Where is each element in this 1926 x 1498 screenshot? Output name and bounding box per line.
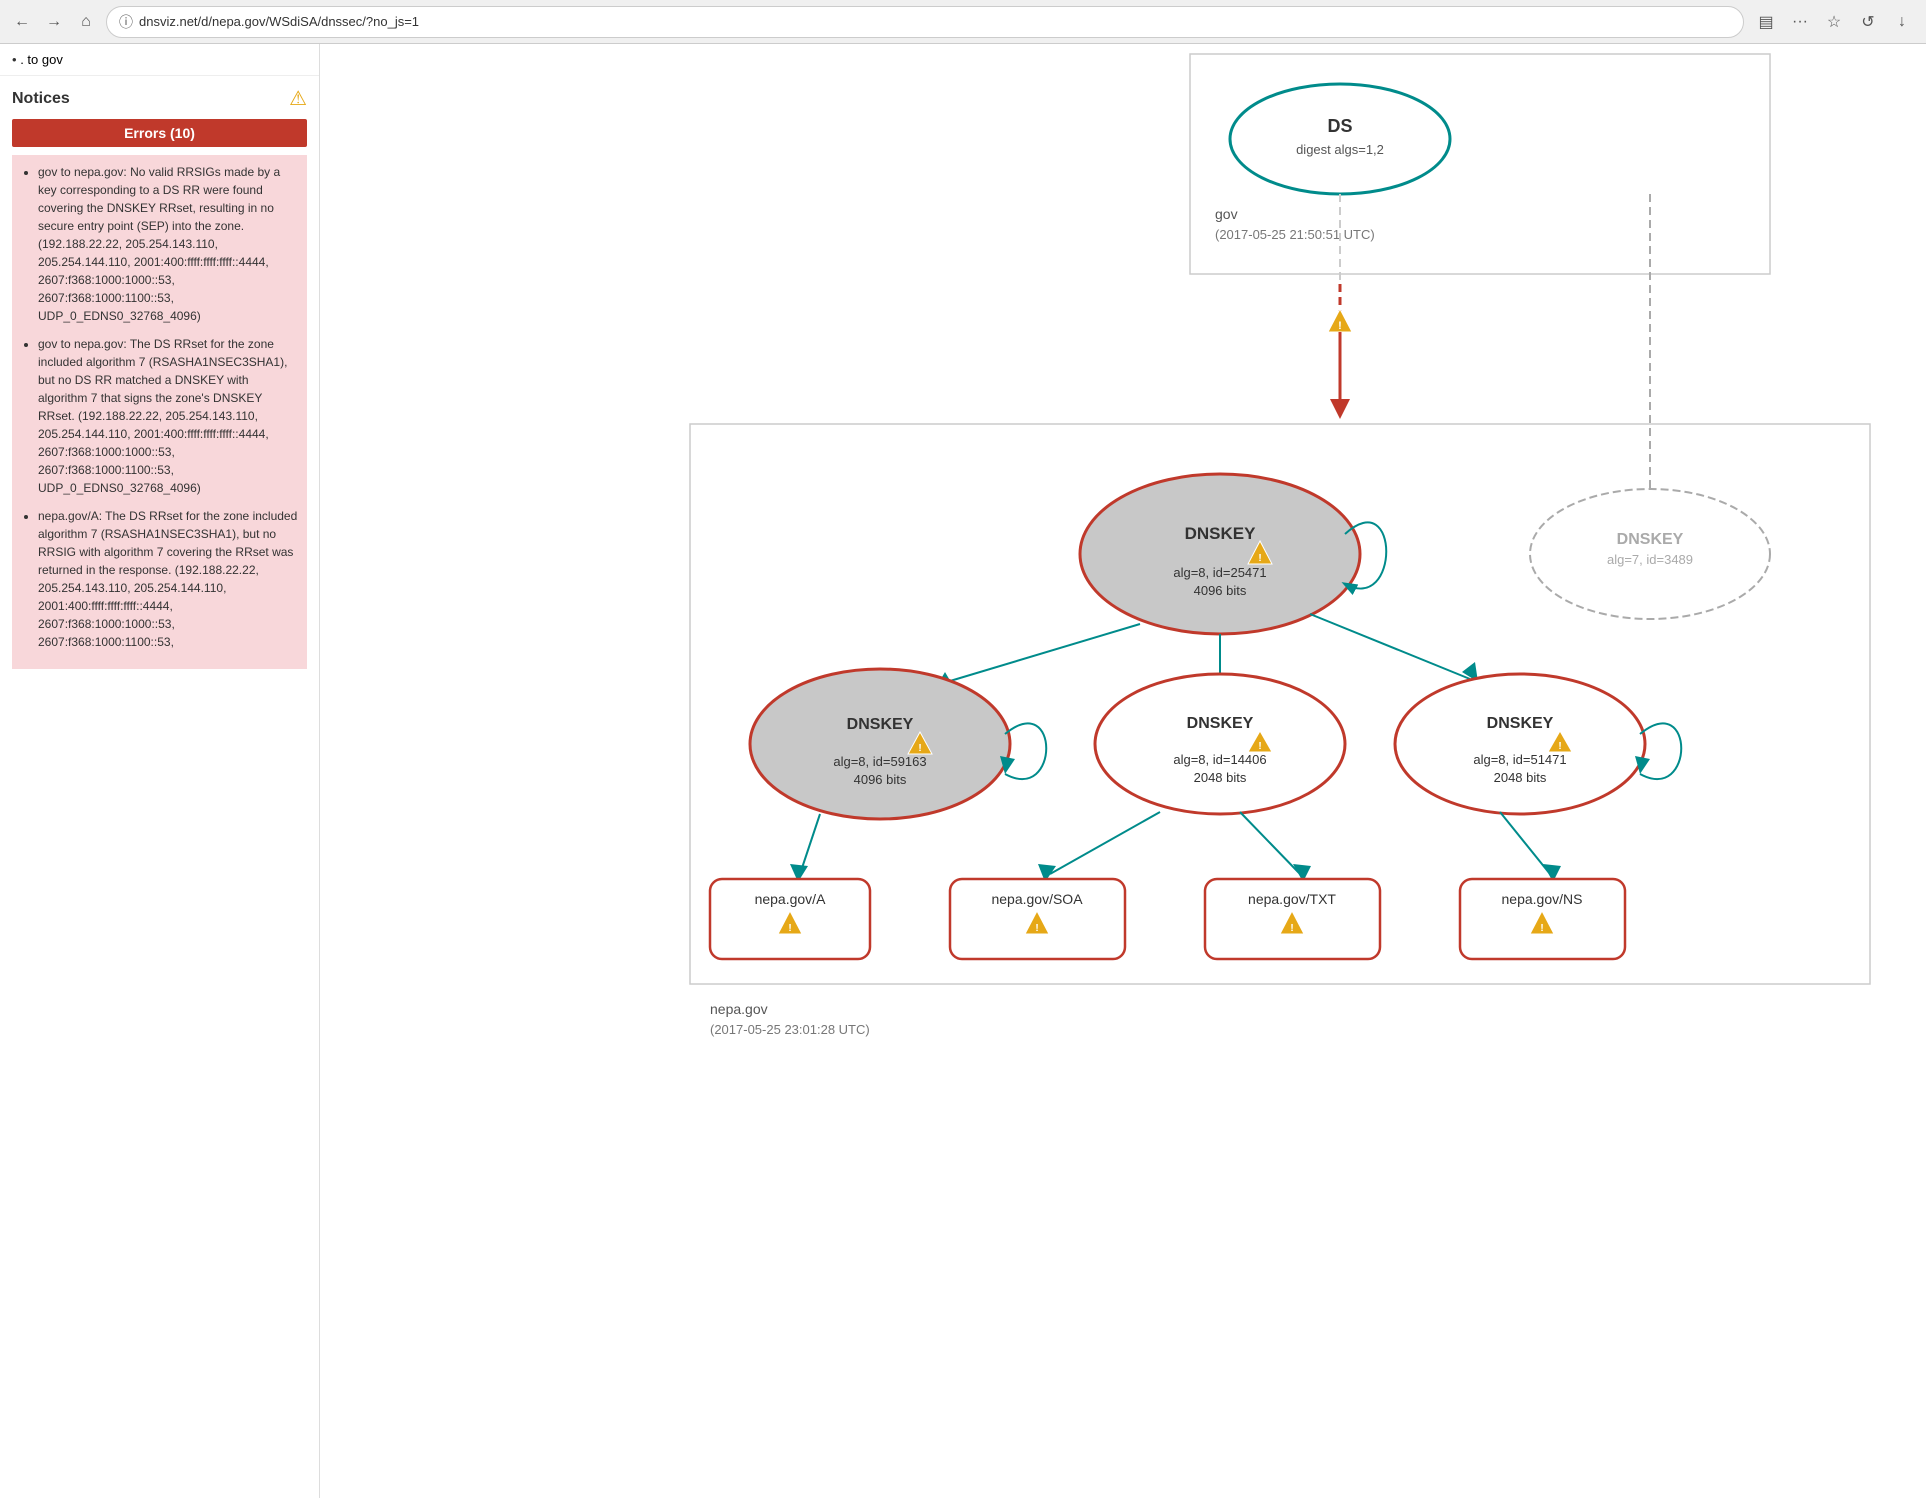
content-wrapper: • . to gov Notices ⚠ Errors (10) gov to … xyxy=(0,44,1926,1498)
browser-toolbar: ← → ⌂ ⓘ dnsviz.net/d/nepa.gov/WSdiSA/dns… xyxy=(0,0,1926,44)
dnskey-25471-node xyxy=(1080,474,1360,634)
rrset-A-label: nepa.gov/A xyxy=(755,891,826,907)
dnskey-25471-bits: 4096 bits xyxy=(1194,583,1247,598)
errors-bar: Errors (10) xyxy=(12,119,307,147)
top-link-text: . to gov xyxy=(20,52,63,67)
forward-button[interactable]: → xyxy=(42,10,66,34)
reader-button[interactable]: ▤ xyxy=(1752,8,1780,36)
dnskey-59163-detail: alg=8, id=59163 xyxy=(833,754,926,769)
rrset-TXT-excl: ! xyxy=(1290,923,1293,934)
sidebar: • . to gov Notices ⚠ Errors (10) gov to … xyxy=(0,44,320,1498)
refresh-button[interactable]: ↺ xyxy=(1854,8,1882,36)
dnskey-14406-label: DNSKEY xyxy=(1187,715,1254,732)
dnskey-59163-excl: ! xyxy=(918,743,921,754)
error-text-1: gov to nepa.gov: No valid RRSIGs made by… xyxy=(38,165,280,323)
gov-zone-timestamp: (2017-05-25 21:50:51 UTC) xyxy=(1215,227,1375,242)
error-item-1: gov to nepa.gov: No valid RRSIGs made by… xyxy=(38,163,299,325)
warning-excl-line: ! xyxy=(1338,320,1342,332)
dnskey-51471-excl: ! xyxy=(1558,741,1561,752)
ds-node xyxy=(1230,84,1450,194)
red-arrow-head xyxy=(1330,399,1350,419)
error-item-2: gov to nepa.gov: The DS RRset for the zo… xyxy=(38,335,299,497)
dnskey-25471-excl: ! xyxy=(1258,553,1261,564)
bookmark-button[interactable]: ☆ xyxy=(1820,8,1848,36)
rrset-NS-excl: ! xyxy=(1540,923,1543,934)
dnskey-51471-bits: 2048 bits xyxy=(1494,770,1547,785)
notices-header: Notices ⚠ xyxy=(12,86,307,111)
dnskey-25471-detail: alg=8, id=25471 xyxy=(1173,565,1266,580)
menu-button[interactable]: ··· xyxy=(1786,8,1814,36)
nepagov-zone-timestamp: (2017-05-25 23:01:28 UTC) xyxy=(710,1022,870,1037)
nepagov-zone-label: nepa.gov xyxy=(710,1001,768,1017)
url-text: dnsviz.net/d/nepa.gov/WSdiSA/dnssec/?no_… xyxy=(139,14,1731,29)
dnskey-3489-label: DNSKEY xyxy=(1617,531,1684,548)
sidebar-top-link[interactable]: • . to gov xyxy=(0,44,319,76)
back-button[interactable]: ← xyxy=(10,10,34,34)
diagram-svg: DS digest algs=1,2 gov (2017-05-25 21:50… xyxy=(320,44,1900,1494)
dnskey-14406-detail: alg=8, id=14406 xyxy=(1173,752,1266,767)
rrset-SOA-excl: ! xyxy=(1035,923,1038,934)
ds-digest: digest algs=1,2 xyxy=(1296,142,1384,157)
dnskey-14406-excl: ! xyxy=(1258,741,1261,752)
error-text-2: gov to nepa.gov: The DS RRset for the zo… xyxy=(38,337,287,495)
browser-actions: ▤ ··· ☆ ↺ ↓ xyxy=(1752,8,1916,36)
diagram-area: DS digest algs=1,2 gov (2017-05-25 21:50… xyxy=(320,44,1926,1498)
dnskey-3489-detail: alg=7, id=3489 xyxy=(1607,552,1693,567)
error-text-3: nepa.gov/A: The DS RRset for the zone in… xyxy=(38,509,297,649)
dnskey-51471-label: DNSKEY xyxy=(1487,715,1554,732)
rrset-SOA-label: nepa.gov/SOA xyxy=(991,891,1083,907)
error-item-3: nepa.gov/A: The DS RRset for the zone in… xyxy=(38,507,299,651)
notices-title: Notices xyxy=(12,90,70,108)
home-button[interactable]: ⌂ xyxy=(74,10,98,34)
dnskey-59163-bits: 4096 bits xyxy=(854,772,907,787)
dnskey-51471-node xyxy=(1395,674,1645,814)
rrset-TXT-label: nepa.gov/TXT xyxy=(1248,891,1336,907)
dnskey-25471-label: DNSKEY xyxy=(1185,524,1257,543)
dnskey-51471-detail: alg=8, id=51471 xyxy=(1473,752,1566,767)
dnskey-59163-node xyxy=(750,669,1010,819)
rrset-NS-label: nepa.gov/NS xyxy=(1502,891,1583,907)
dnskey-14406-node xyxy=(1095,674,1345,814)
dnskey-59163-label: DNSKEY xyxy=(847,716,914,733)
error-list: gov to nepa.gov: No valid RRSIGs made by… xyxy=(12,155,307,669)
ds-label: DS xyxy=(1327,116,1352,136)
secure-icon: ⓘ xyxy=(119,12,133,32)
rrset-A-excl: ! xyxy=(788,923,791,934)
warning-icon: ⚠ xyxy=(289,86,307,111)
download-button[interactable]: ↓ xyxy=(1888,8,1916,36)
address-bar[interactable]: ⓘ dnsviz.net/d/nepa.gov/WSdiSA/dnssec/?n… xyxy=(106,6,1744,38)
notices-section: Notices ⚠ Errors (10) gov to nepa.gov: N… xyxy=(0,76,319,669)
dnskey-14406-bits: 2048 bits xyxy=(1194,770,1247,785)
bullet-dot: • xyxy=(12,52,17,67)
errors-count: Errors (10) xyxy=(124,125,195,141)
gov-zone-label: gov xyxy=(1215,206,1238,222)
